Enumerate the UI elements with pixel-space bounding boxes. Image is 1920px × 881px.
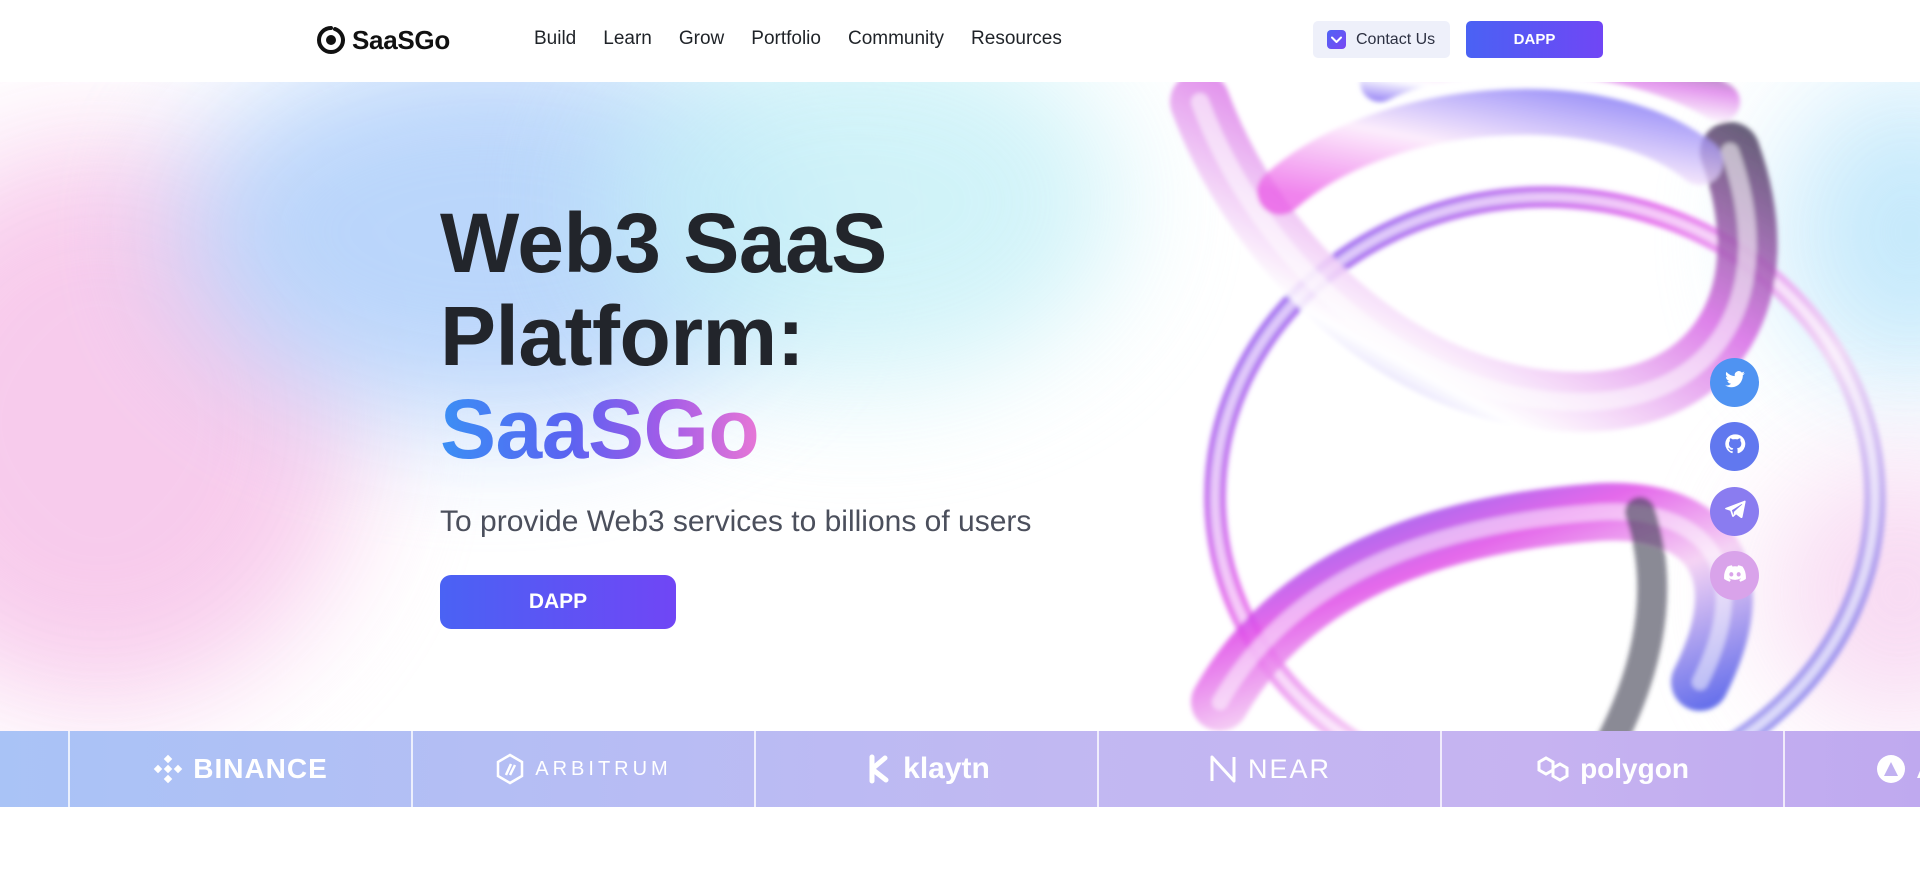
- discord-button[interactable]: [1710, 551, 1759, 600]
- partner-binance[interactable]: BINANCE: [68, 731, 411, 807]
- top-nav-bar: SaaSGo Build Learn Grow Portfolio Commun…: [0, 0, 1920, 82]
- partner-arbitrum[interactable]: ARBITRUM: [411, 731, 754, 807]
- partner-near[interactable]: NEAR: [1097, 731, 1440, 807]
- polygon-icon: [1536, 754, 1570, 784]
- hero-rings-illustration: [1170, 82, 1886, 732]
- main-nav: Build Learn Grow Portfolio Community Res…: [534, 27, 1089, 51]
- partner-polygon[interactable]: polygon: [1440, 731, 1783, 807]
- hero-title-line-2: Platform:: [440, 289, 805, 383]
- nav-build[interactable]: Build: [534, 27, 576, 51]
- hero-title-line-1: Web3 SaaS: [440, 196, 887, 290]
- arbitrum-icon: [495, 753, 525, 785]
- partner-label: ARBITRUM: [535, 757, 672, 780]
- partner-partial-icon: [1875, 753, 1907, 785]
- near-icon: [1208, 754, 1238, 784]
- twitter-button[interactable]: [1710, 358, 1759, 407]
- discord-icon: [1723, 564, 1746, 587]
- nav-learn[interactable]: Learn: [603, 27, 652, 51]
- binance-icon: [153, 754, 183, 784]
- partner-klaytn[interactable]: klaytn: [754, 731, 1097, 807]
- hero-section: Web3 SaaS Platform: SaaSGo To provide We…: [0, 82, 1920, 732]
- partner-label: BINANCE: [193, 753, 328, 784]
- partners-strip: BINANCE ARBITRUM klaytn NEAR polygon A: [0, 731, 1920, 807]
- hero-title-brand: SaaSGo: [440, 382, 760, 476]
- nav-grow[interactable]: Grow: [679, 27, 724, 51]
- nav-portfolio[interactable]: Portfolio: [751, 27, 821, 51]
- github-button[interactable]: [1710, 422, 1759, 471]
- dapp-hero-button[interactable]: DAPP: [440, 575, 676, 629]
- partner-label: klaytn: [903, 752, 990, 785]
- github-icon: [1724, 433, 1746, 460]
- brand-logo[interactable]: SaaSGo: [316, 22, 450, 58]
- dapp-header-button[interactable]: DAPP: [1466, 21, 1603, 58]
- telegram-icon: [1724, 499, 1746, 524]
- contact-us-button[interactable]: Contact Us: [1313, 21, 1450, 58]
- partner-label: polygon: [1580, 753, 1689, 784]
- nav-resources[interactable]: Resources: [971, 27, 1062, 51]
- hero-subtitle: To provide Web3 services to billions of …: [440, 505, 1032, 538]
- contact-us-label: Contact Us: [1356, 30, 1436, 48]
- nav-community[interactable]: Community: [848, 27, 944, 51]
- partner-label: NEAR: [1247, 753, 1331, 784]
- klaytn-icon: [863, 754, 893, 784]
- hero-title: Web3 SaaS Platform: SaaSGo: [440, 197, 887, 476]
- brand-name: SaaSGo: [352, 24, 450, 55]
- twitter-icon: [1724, 371, 1746, 394]
- partner-partial[interactable]: A: [1783, 731, 1920, 807]
- saasgo-logo-icon: [316, 25, 346, 55]
- check-icon: [1327, 30, 1346, 49]
- telegram-button[interactable]: [1710, 487, 1759, 536]
